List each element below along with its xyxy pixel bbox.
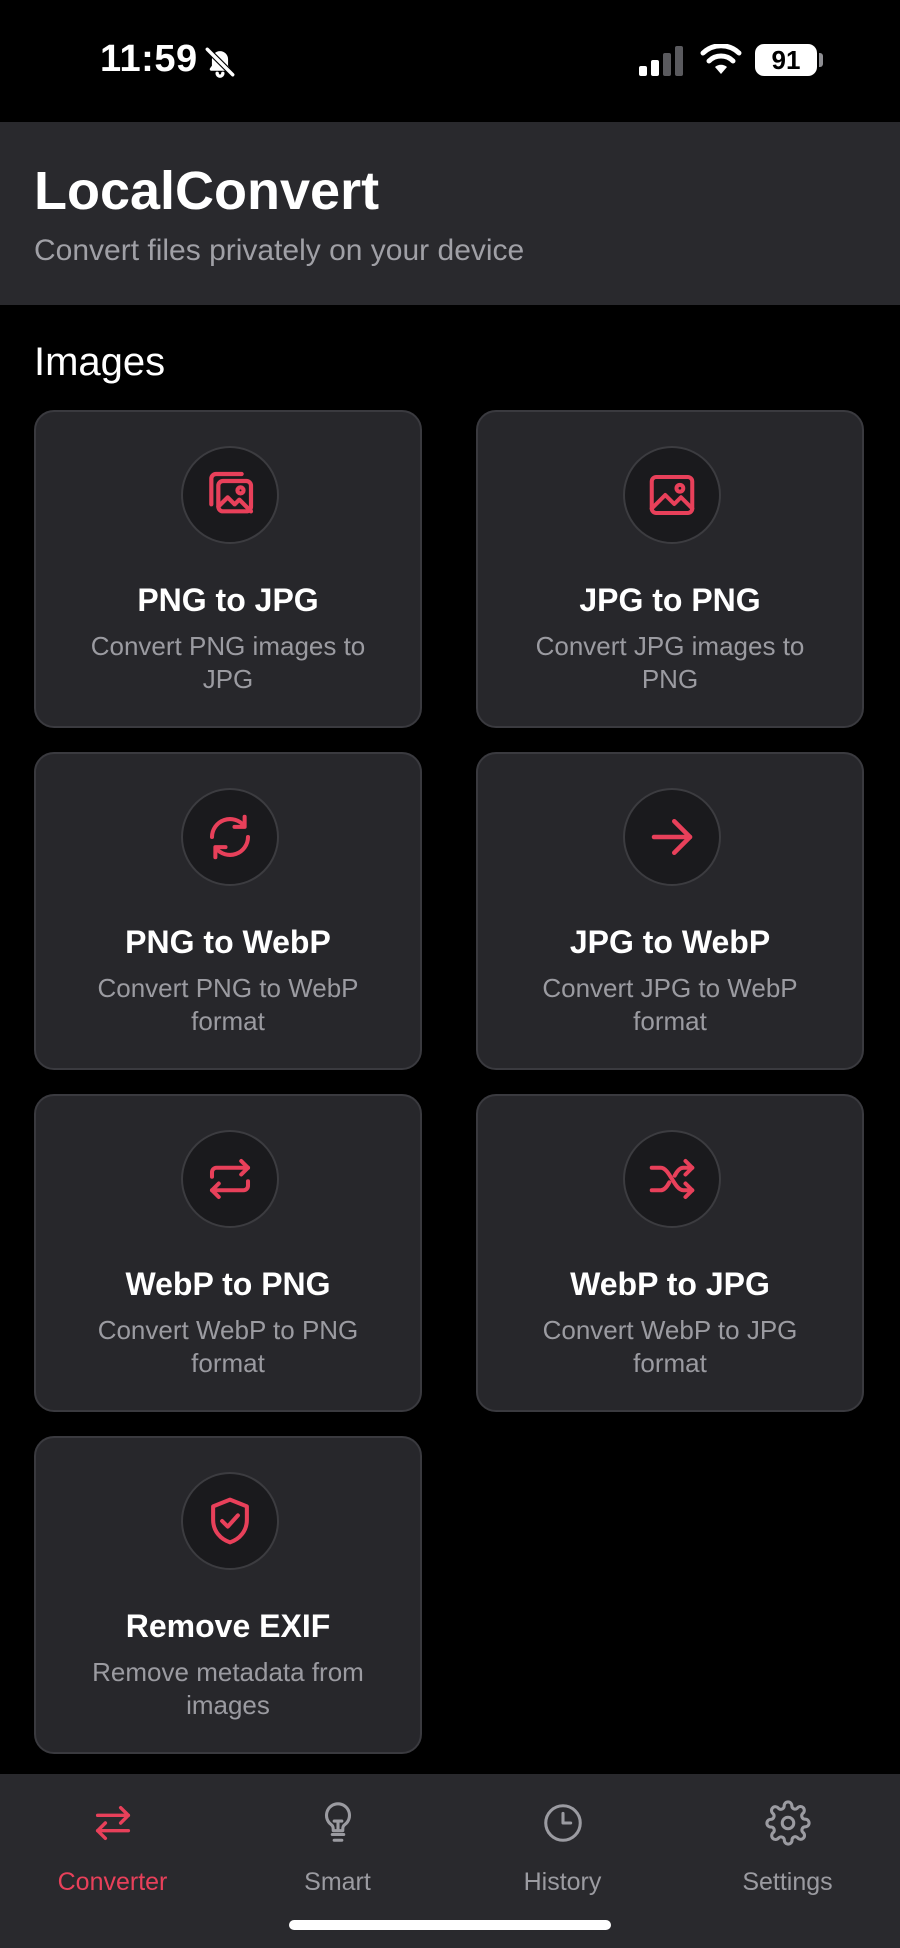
repeat-icon	[209, 1158, 251, 1200]
wifi-icon	[700, 44, 742, 74]
card-title: PNG to JPG	[137, 582, 319, 618]
lightbulb-icon	[324, 1802, 352, 1842]
tab-converter[interactable]: Converter	[0, 1774, 225, 1896]
card-webp-to-png[interactable]: WebP to PNG Convert WebP to PNG format	[34, 1094, 422, 1412]
status-time: 11:59	[100, 38, 198, 80]
card-title: JPG to WebP	[569, 924, 771, 960]
shield-check-icon	[211, 1497, 249, 1545]
card-description: Convert PNG to WebP format	[97, 973, 359, 1036]
card-png-to-webp[interactable]: PNG to WebP Convert PNG to WebP format	[34, 752, 422, 1070]
battery-level: 91	[771, 45, 801, 75]
battery-cap	[819, 53, 823, 67]
app-subtitle: Convert files privately on your device	[34, 234, 525, 267]
home-indicator	[289, 1920, 611, 1930]
battery-indicator: 91	[755, 44, 817, 76]
card-jpg-to-png[interactable]: JPG to PNG Convert JPG images to PNG	[476, 410, 864, 728]
image-icon	[649, 474, 695, 516]
card-webp-to-jpg[interactable]: WebP to JPG Convert WebP to JPG format	[476, 1094, 864, 1412]
arrow-right-icon	[651, 819, 693, 855]
tab-label: Converter	[57, 1868, 168, 1896]
card-title: WebP to JPG	[570, 1266, 770, 1302]
card-title: JPG to PNG	[579, 582, 761, 618]
tab-smart[interactable]: Smart	[225, 1774, 450, 1896]
card-description: Convert JPG images to PNG	[535, 631, 805, 694]
tab-history[interactable]: History	[450, 1774, 675, 1896]
card-title: Remove EXIF	[125, 1608, 331, 1644]
card-title: WebP to PNG	[125, 1266, 331, 1302]
gear-icon	[765, 1800, 811, 1846]
section-title-images: Images	[34, 340, 166, 384]
tab-label: Settings	[742, 1868, 833, 1896]
clock-icon	[544, 1804, 582, 1842]
card-description: Convert JPG to WebP format	[542, 973, 798, 1036]
card-description: Convert WebP to JPG format	[542, 1315, 798, 1378]
refresh-icon	[209, 814, 251, 860]
card-description: Convert PNG images to JPG	[90, 631, 366, 694]
cellular-signal-icon	[639, 46, 683, 76]
tab-label: Smart	[304, 1868, 371, 1896]
app-header: LocalConvert Convert files privately on …	[0, 122, 900, 305]
card-jpg-to-webp[interactable]: JPG to WebP Convert JPG to WebP format	[476, 752, 864, 1070]
card-description: Remove metadata from images	[92, 1657, 364, 1720]
card-png-to-jpg[interactable]: PNG to JPG Convert PNG images to JPG	[34, 410, 422, 728]
images-icon	[209, 471, 254, 514]
card-remove-exif[interactable]: Remove EXIF Remove metadata from images	[34, 1436, 422, 1754]
card-title: PNG to WebP	[125, 924, 331, 960]
tab-label: History	[523, 1868, 602, 1896]
bell-slash-icon	[204, 46, 236, 78]
app-title: LocalConvert	[34, 161, 380, 221]
swap-icon	[95, 1805, 131, 1841]
card-description: Convert WebP to PNG format	[97, 1315, 359, 1378]
tab-settings[interactable]: Settings	[675, 1774, 900, 1896]
shuffle-icon	[649, 1158, 695, 1200]
status-bar: 11:59 91	[0, 0, 900, 122]
